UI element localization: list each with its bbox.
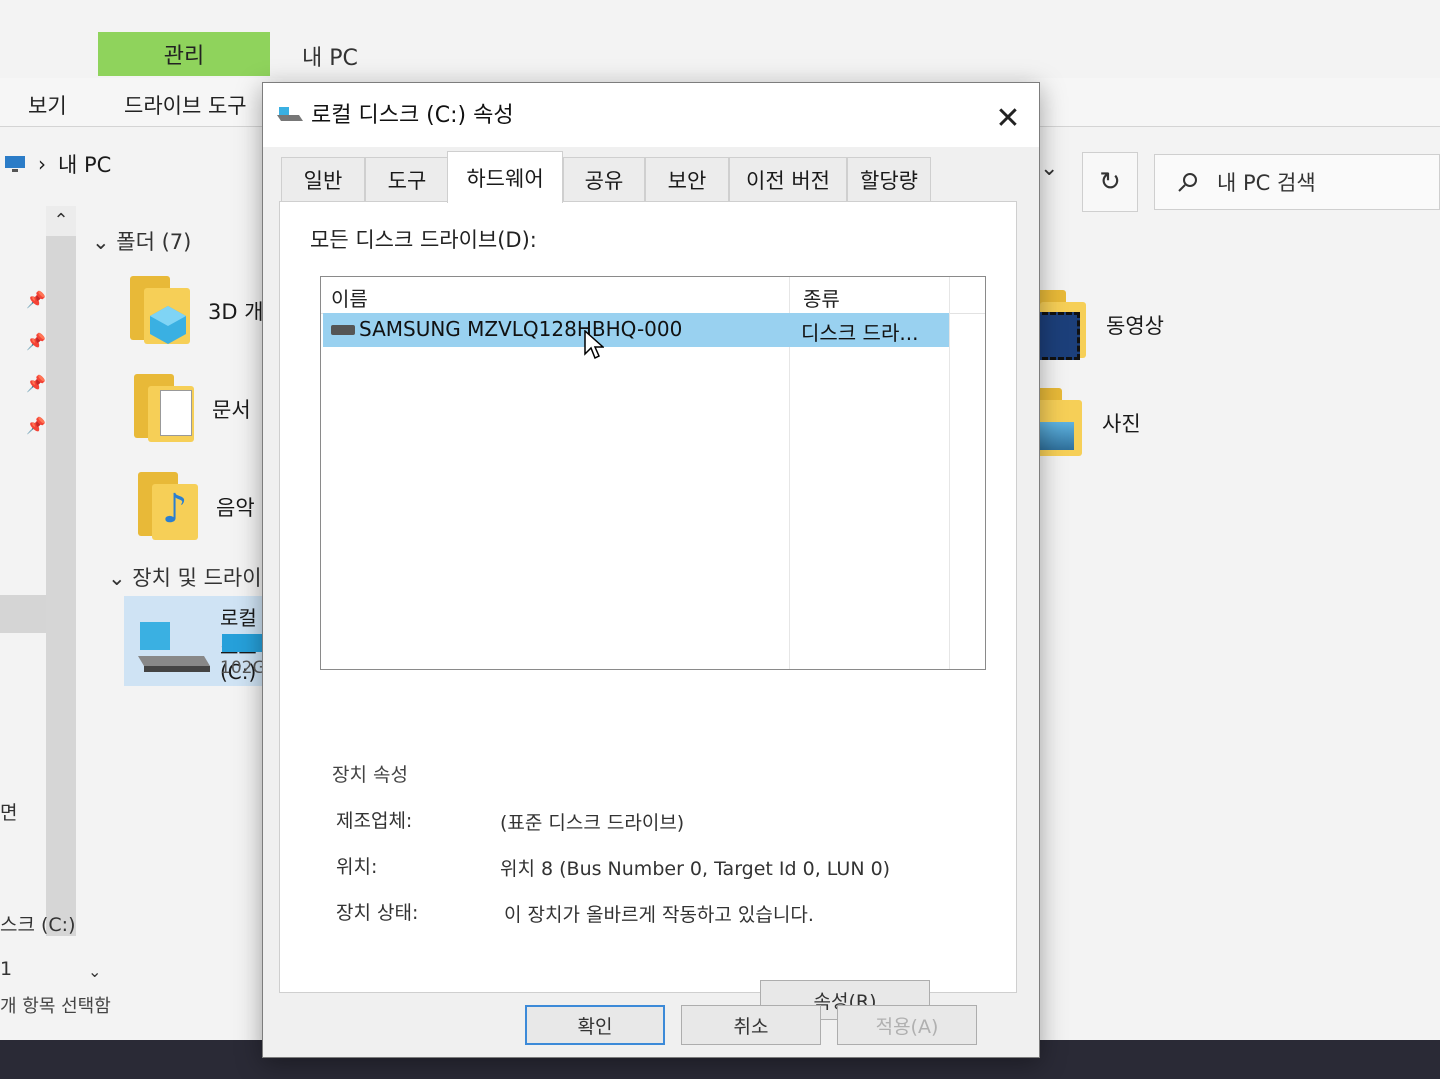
folder-label: 사진: [1102, 412, 1141, 436]
address-path: 내 PC: [58, 153, 112, 177]
chevron-down-icon: ⌄: [92, 230, 110, 254]
device-properties-heading: 장치 속성: [332, 764, 408, 786]
pin-icon: 📌: [26, 290, 46, 309]
tab-general[interactable]: 일반: [281, 157, 365, 201]
all-drives-label: 모든 디스크 드라이브(D):: [310, 228, 537, 252]
column-header-name[interactable]: 이름: [331, 283, 368, 312]
tab-quota[interactable]: 할당량: [847, 157, 931, 201]
folder-label: 음악: [216, 496, 255, 520]
group-header-folders[interactable]: ⌄ 폴더 (7): [92, 226, 191, 256]
tab-sharing[interactable]: 공유: [563, 157, 645, 201]
mouse-cursor-icon: [584, 330, 604, 360]
nav-item-local-disk[interactable]: 스크 (C:): [0, 910, 76, 937]
folder-videos[interactable]: 동영상: [1026, 290, 1164, 360]
search-input[interactable]: 내 PC 검색: [1154, 154, 1440, 210]
folder-music[interactable]: ♪ 음악: [138, 472, 255, 542]
folder-label: 동영상: [1106, 314, 1164, 338]
nav-partial-number: 1: [0, 958, 13, 980]
drive-icon: [277, 107, 303, 121]
manufacturer-label: 제조업체:: [336, 810, 413, 832]
pc-icon: [5, 156, 25, 172]
ok-button[interactable]: 확인: [525, 1005, 665, 1045]
address-bar[interactable]: › 내 PC: [0, 142, 284, 186]
drive-local-disk-c[interactable]: 로컬 디스크 (C:) 102GB: [124, 596, 284, 686]
disk-drive-icon: [331, 325, 355, 335]
chevron-down-icon[interactable]: ⌄: [88, 962, 101, 981]
list-header: 이름 종류: [321, 277, 985, 314]
refresh-button[interactable]: ↻: [1082, 152, 1138, 212]
chevron-down-icon[interactable]: ⌄: [1040, 156, 1058, 181]
music-folder-icon: ♪: [138, 472, 198, 542]
close-icon: ✕: [995, 101, 1021, 136]
device-status-value: 이 장치가 올바르게 작동하고 있습니다.: [504, 904, 814, 926]
3d-objects-folder-icon: [130, 276, 190, 346]
nav-partial-label[interactable]: 면: [0, 798, 17, 825]
tab-security[interactable]: 보안: [645, 157, 729, 201]
folder-3d-objects[interactable]: 3D 개체: [130, 276, 283, 346]
pin-icon: 📌: [26, 332, 46, 351]
ribbon-tab-drive-tools[interactable]: 드라이브 도구: [124, 90, 247, 120]
chevron-right-icon: ›: [38, 152, 46, 176]
tab-hardware[interactable]: 하드웨어: [447, 151, 563, 203]
group-label: 폴더 (7): [116, 230, 192, 254]
search-icon: [1178, 173, 1197, 192]
pin-icon: 📌: [26, 374, 46, 393]
hardware-tab-panel: 모든 디스크 드라이브(D): 이름 종류 SAMSUNG MZVLQ128HB…: [279, 201, 1017, 1020]
group-header-devices[interactable]: ⌄ 장치 및 드라이브: [108, 562, 281, 592]
apply-button[interactable]: 적용(A): [837, 1005, 977, 1045]
window-title: 내 PC: [302, 46, 358, 71]
ribbon-tab-manage[interactable]: 관리: [98, 32, 270, 76]
drive-name: SAMSUNG MZVLQ128HBHQ-000: [359, 317, 683, 341]
pin-icon: 📌: [26, 416, 46, 435]
hard-drive-icon: [138, 622, 210, 672]
column-header-type[interactable]: 종류: [803, 283, 840, 312]
documents-folder-icon: [134, 374, 194, 444]
location-value: 위치 8 (Bus Number 0, Target Id 0, LUN 0): [500, 858, 891, 880]
tab-previous-versions[interactable]: 이전 버전: [729, 157, 847, 201]
device-status-label: 장치 상태:: [336, 902, 419, 924]
refresh-icon: ↻: [1099, 167, 1121, 197]
status-selected-count: 개 항목 선택함: [0, 996, 111, 1017]
close-button[interactable]: ✕: [977, 97, 1039, 141]
ribbon-tab-view[interactable]: 보기: [28, 90, 67, 120]
list-divider: [949, 277, 950, 669]
search-placeholder: 내 PC 검색: [1217, 171, 1316, 195]
manufacturer-value: (표준 디스크 드라이브): [500, 812, 685, 834]
group-label: 장치 및 드라이브: [132, 566, 281, 590]
location-label: 위치:: [336, 856, 378, 878]
drive-type: 디스크 드라...: [801, 321, 919, 345]
nav-scrollbar[interactable]: [46, 206, 76, 936]
disk-properties-dialog: 로컬 디스크 (C:) 속성 ✕ 일반 도구 하드웨어 공유 보안 이전 버전 …: [262, 82, 1040, 1058]
disk-drives-list[interactable]: 이름 종류 SAMSUNG MZVLQ128HBHQ-000 디스크 드라...: [320, 276, 986, 670]
dialog-titlebar[interactable]: 로컬 디스크 (C:) 속성 ✕: [263, 83, 1039, 147]
nav-selected-item[interactable]: [0, 595, 46, 633]
folder-label: 문서: [212, 398, 251, 422]
chevron-up-icon[interactable]: ⌃: [46, 206, 76, 236]
list-item[interactable]: SAMSUNG MZVLQ128HBHQ-000 디스크 드라...: [323, 313, 949, 347]
folder-documents[interactable]: 문서: [134, 374, 251, 444]
dialog-title: 로컬 디스크 (C:) 속성: [311, 103, 514, 128]
cancel-button[interactable]: 취소: [681, 1005, 821, 1045]
chevron-down-icon: ⌄: [108, 566, 126, 590]
tab-tools[interactable]: 도구: [365, 157, 449, 201]
